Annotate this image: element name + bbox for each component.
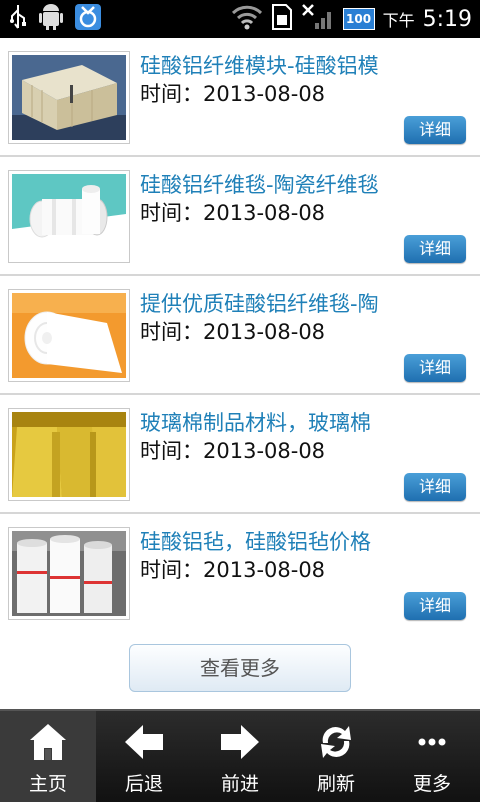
nav-refresh-label: 刷新 [316, 773, 355, 795]
item-title[interactable]: 硅酸铝纤维毯-陶瓷纤维毯 [140, 169, 470, 199]
list-item[interactable]: 提供优质硅酸铝纤维毯-陶 时间：2013-08-08 详细 [0, 276, 480, 395]
detail-button[interactable]: 详细 [404, 116, 466, 144]
refresh-icon [321, 726, 351, 758]
detail-button[interactable]: 详细 [404, 235, 466, 263]
fiber-felt-rolls-image [12, 531, 126, 616]
status-left [8, 3, 102, 35]
nav-home-label: 主页 [28, 773, 67, 795]
nav-refresh[interactable]: 刷新 [288, 711, 384, 802]
status-ampm: 下午 [382, 11, 415, 30]
product-thumbnail[interactable] [8, 289, 130, 382]
status-right: 100 下午 5:19 [231, 0, 472, 38]
item-time: 时间：2013-08-08 [140, 82, 326, 106]
list-item[interactable]: 硅酸铝纤维毯-陶瓷纤维毯 时间：2013-08-08 详细 [0, 157, 480, 276]
item-time: 时间：2013-08-08 [140, 558, 326, 582]
detail-button[interactable]: 详细 [404, 473, 466, 501]
item-title[interactable]: 玻璃棉制品材料，玻璃棉 [140, 407, 470, 437]
product-thumbnail[interactable] [8, 527, 130, 620]
battery-icon: 100 [342, 8, 375, 30]
app-notification-icon [74, 3, 102, 35]
android-debug-icon [38, 3, 64, 35]
nav-more[interactable]: 更多 [384, 711, 480, 802]
arrow-left-icon [125, 725, 163, 759]
sd-card-icon [271, 3, 293, 35]
item-title[interactable]: 硅酸铝纤维模块-硅酸铝模 [140, 50, 470, 80]
wifi-icon [231, 4, 263, 34]
item-title[interactable]: 提供优质硅酸铝纤维毯-陶 [140, 288, 470, 318]
usb-icon [8, 4, 28, 34]
nav-home[interactable]: 主页 [0, 711, 96, 802]
item-time: 时间：2013-08-08 [140, 320, 326, 344]
status-time: 5:19 [422, 6, 472, 32]
quality-fiber-blanket-image [12, 293, 126, 378]
more-section: 查看更多 [0, 628, 480, 708]
nav-more-label: 更多 [412, 773, 451, 795]
product-thumbnail[interactable] [8, 51, 130, 144]
item-time: 时间：2013-08-08 [140, 439, 326, 463]
arrow-right-icon [221, 725, 259, 759]
detail-button[interactable]: 详细 [404, 354, 466, 382]
nav-back[interactable]: 后退 [96, 711, 192, 802]
list-item[interactable]: 硅酸铝毡，硅酸铝毡价格 时间：2013-08-08 详细 [0, 514, 480, 633]
bottom-nav: 主页 后退 前进 刷新 更多 [0, 709, 480, 802]
view-more-button[interactable]: 查看更多 [129, 644, 351, 692]
fiber-module-image [12, 55, 126, 140]
item-time: 时间：2013-08-08 [140, 201, 326, 225]
more-dots-icon [418, 738, 446, 746]
detail-button[interactable]: 详细 [404, 592, 466, 620]
nav-forward[interactable]: 前进 [192, 711, 288, 802]
nav-forward-label: 前进 [220, 773, 259, 795]
product-thumbnail[interactable] [8, 408, 130, 501]
no-signal-icon [301, 3, 335, 35]
nav-back-label: 后退 [124, 773, 163, 795]
home-icon [30, 724, 66, 760]
product-thumbnail[interactable] [8, 170, 130, 263]
list-item[interactable]: 玻璃棉制品材料，玻璃棉 时间：2013-08-08 详细 [0, 395, 480, 514]
glass-wool-image [12, 412, 126, 497]
status-bar: 100 下午 5:19 [0, 0, 480, 38]
fiber-blanket-roll-image [12, 174, 126, 259]
list-item[interactable]: 硅酸铝纤维模块-硅酸铝模 时间：2013-08-08 详细 [0, 38, 480, 157]
product-list: 硅酸铝纤维模块-硅酸铝模 时间：2013-08-08 详细 硅酸铝纤维毯-陶瓷纤… [0, 38, 480, 633]
item-title[interactable]: 硅酸铝毡，硅酸铝毡价格 [140, 526, 470, 556]
